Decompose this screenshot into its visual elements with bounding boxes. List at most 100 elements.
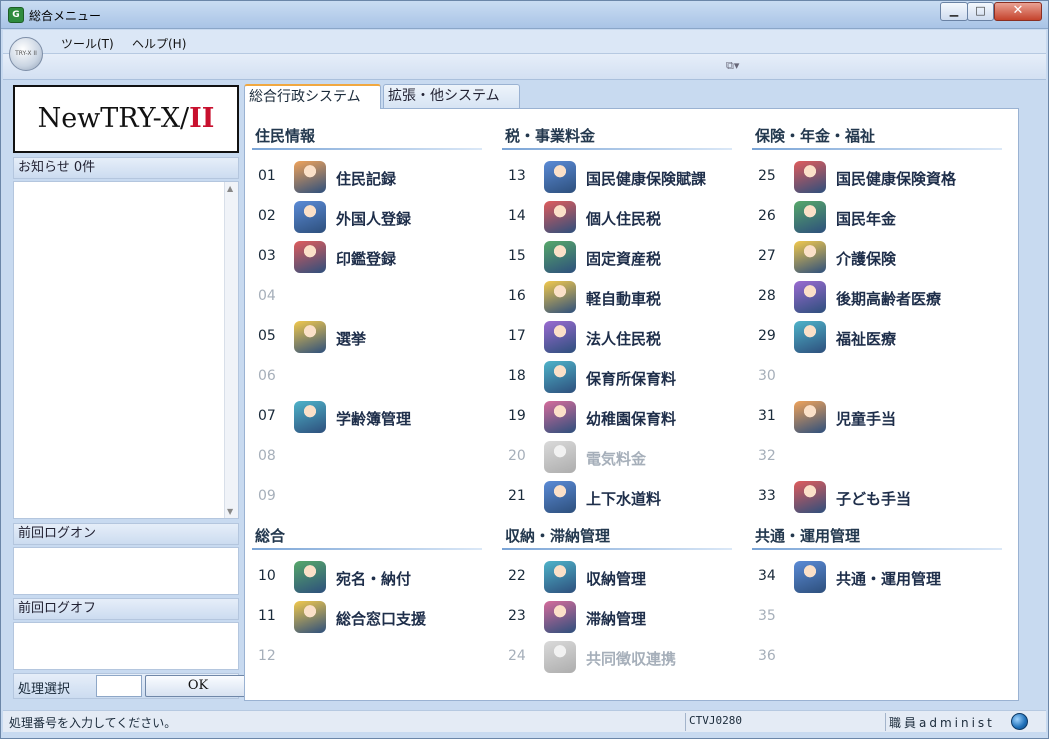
section-title: 税・事業料金: [505, 127, 596, 145]
section-divider: [502, 148, 732, 150]
menu-item[interactable]: 印鑑登録: [294, 241, 504, 275]
menu-item-label: 保育所保育料: [586, 370, 677, 388]
menu-item-label: 国民健康保険資格: [836, 170, 957, 188]
menu-item[interactable]: 国民健康保険資格: [794, 161, 1004, 195]
menu-item[interactable]: 保育所保育料: [544, 361, 754, 395]
menu-item[interactable]: 児童手当: [794, 401, 1004, 435]
item-number: 14: [508, 208, 526, 224]
process-number-input[interactable]: [96, 675, 142, 697]
menu-item[interactable]: 選挙: [294, 321, 504, 355]
menu-item[interactable]: 後期高齢者医療: [794, 281, 1004, 315]
item-number: 05: [258, 328, 276, 344]
menu-item-label: 滞納管理: [586, 610, 647, 628]
menu-tools[interactable]: ツール(T): [61, 35, 114, 52]
parent-child-icon: [794, 481, 826, 513]
item-number: 24: [508, 648, 526, 664]
scroll-up-icon[interactable]: ▲: [227, 184, 233, 193]
menu-item-label: 住民記録: [336, 170, 397, 188]
couple-icon: [544, 201, 576, 233]
toolbar: ⧉▾: [3, 54, 1046, 80]
menu-item[interactable]: 国民健康保険賦課: [544, 161, 754, 195]
menu-item-label: 固定資産税: [586, 250, 662, 268]
scroll-down-icon[interactable]: ▼: [227, 507, 233, 516]
window-layout-icon[interactable]: ⧉▾: [726, 59, 750, 75]
section-divider: [752, 148, 1002, 150]
item-number: 03: [258, 248, 276, 264]
process-select-bar: 処理選択 OK: [13, 673, 251, 699]
menu-item[interactable]: 共通・運用管理: [794, 561, 1004, 595]
menu-item[interactable]: 個人住民税: [544, 201, 754, 235]
item-number: 34: [758, 568, 776, 584]
notice-list[interactable]: ▲ ▼: [13, 181, 239, 519]
menu-item-label: 軽自動車税: [586, 290, 662, 308]
tab-extension[interactable]: 拡張・他システム: [383, 84, 520, 109]
section-divider: [752, 548, 1002, 550]
item-number: 09: [258, 488, 276, 504]
item-number: 17: [508, 328, 526, 344]
title-bar[interactable]: G 総合メニュー ▁ □ ✕: [1, 1, 1048, 29]
item-number: 15: [508, 248, 526, 264]
collection-icon: [544, 561, 576, 593]
app-orb-button[interactable]: TRY-X II: [9, 37, 43, 71]
process-select-label: 処理選択: [18, 682, 71, 697]
last-logon-header: 前回ログオン: [13, 523, 239, 545]
joint-collection-icon: [544, 641, 576, 673]
toolbox-icon: [794, 561, 826, 593]
menu-item-label: 介護保険: [836, 250, 897, 268]
menu-item[interactable]: 軽自動車税: [544, 281, 754, 315]
menu-item[interactable]: 介護保険: [794, 241, 1004, 275]
notice-scrollbar[interactable]: ▲ ▼: [224, 182, 238, 518]
minimize-button[interactable]: ▁: [940, 2, 968, 21]
menu-item-label: 後期高齢者医療: [836, 290, 942, 308]
menu-item-label: 電気料金: [586, 450, 647, 468]
section-divider: [252, 148, 482, 150]
menu-item[interactable]: 子ども手当: [794, 481, 1004, 515]
item-number: 08: [258, 448, 276, 464]
menu-item[interactable]: 国民年金: [794, 201, 1004, 235]
menu-help[interactable]: ヘルプ(H): [132, 35, 186, 52]
section-title: 収納・滞納管理: [505, 527, 611, 545]
car-icon: [544, 281, 576, 313]
menu-item-label: 総合窓口支援: [336, 610, 427, 628]
health-insurance-icon: [544, 161, 576, 193]
window-title: 総合メニュー: [29, 9, 102, 23]
item-number: 10: [258, 568, 276, 584]
menu-item[interactable]: 福祉医療: [794, 321, 1004, 355]
close-button[interactable]: ✕: [994, 2, 1042, 21]
item-number: 32: [758, 448, 776, 464]
ok-button[interactable]: OK: [145, 675, 251, 697]
menu-item[interactable]: 学齢簿管理: [294, 401, 504, 435]
voter-icon: [294, 321, 326, 353]
item-number: 07: [258, 408, 276, 424]
menu-item-label: 選挙: [336, 330, 367, 348]
menu-item[interactable]: 幼稚園保育料: [544, 401, 754, 435]
menu-item-label: 印鑑登録: [336, 250, 397, 268]
item-number: 26: [758, 208, 776, 224]
status-bar: 処理番号を入力してください。 CTVJ0280 職員administ: [3, 710, 1046, 732]
item-number: 33: [758, 488, 776, 504]
menu-item[interactable]: 上下水道料: [544, 481, 754, 515]
menu-item-label: 外国人登録: [336, 210, 412, 228]
user-name: 職員administ: [889, 716, 995, 730]
foreign-person-icon: [294, 201, 326, 233]
maximize-button[interactable]: □: [967, 2, 994, 21]
menu-item[interactable]: 法人住民税: [544, 321, 754, 355]
menu-item-label: 宛名・納付: [336, 570, 412, 588]
last-logoff-header: 前回ログオフ: [13, 598, 239, 620]
tab-general-admin[interactable]: 総合行政システム: [244, 84, 381, 109]
item-number: 36: [758, 648, 776, 664]
section-divider: [502, 548, 732, 550]
menu-item[interactable]: 収納管理: [544, 561, 754, 595]
elderly-care-icon: [794, 241, 826, 273]
building-icon: [544, 321, 576, 353]
menu-item[interactable]: 滞納管理: [544, 601, 754, 635]
menu-item[interactable]: 総合窓口支援: [294, 601, 504, 635]
menu-item[interactable]: 住民記録: [294, 161, 504, 195]
menu-item[interactable]: 外国人登録: [294, 201, 504, 235]
globe-icon: [1011, 713, 1028, 730]
product-logo: NewTRY-X/II: [13, 85, 239, 153]
menu-item-label: 法人住民税: [586, 330, 662, 348]
menu-item[interactable]: 宛名・納付: [294, 561, 504, 595]
app-icon: G: [8, 7, 24, 23]
menu-item[interactable]: 固定資産税: [544, 241, 754, 275]
